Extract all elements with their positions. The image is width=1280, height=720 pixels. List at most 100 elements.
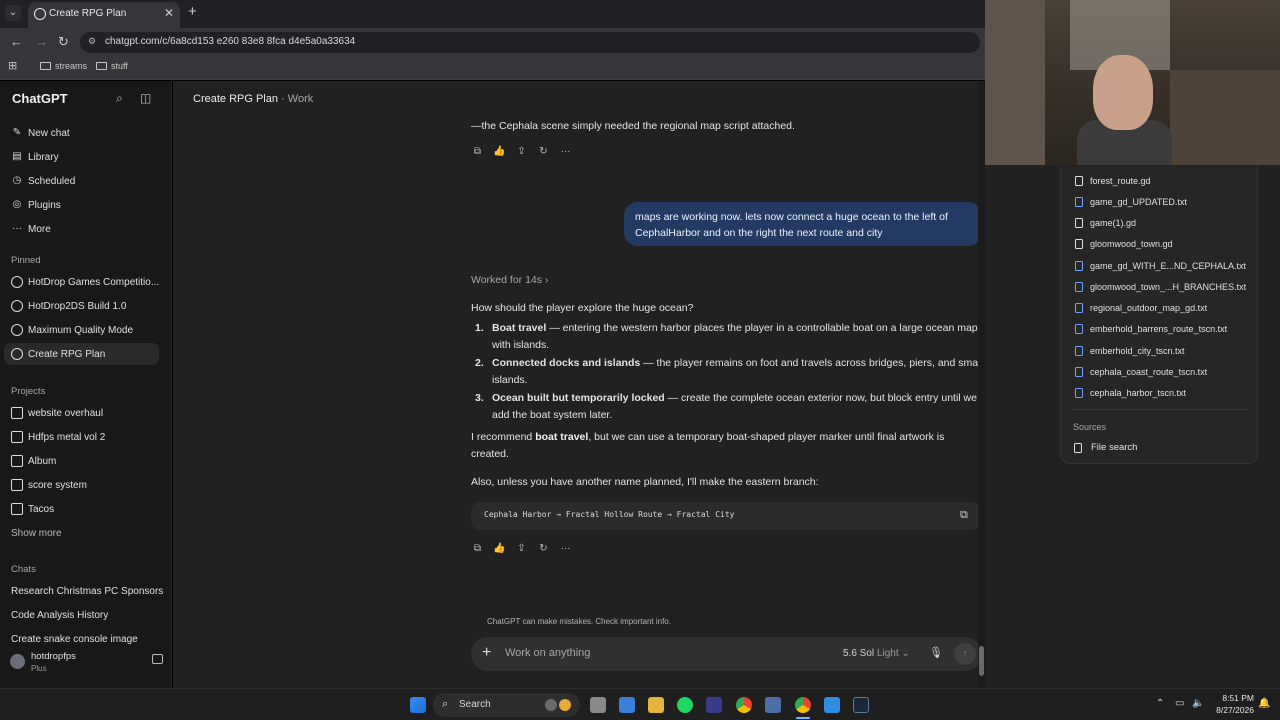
tab-search-icon[interactable]: ⌄	[5, 5, 21, 21]
chrome-active-icon[interactable]	[795, 697, 811, 713]
windows-start-icon[interactable]	[410, 697, 426, 713]
search-icon[interactable]: ⌕	[116, 91, 130, 105]
user-message: maps are working now. lets now connect a…	[624, 202, 982, 246]
file-item[interactable]: regional_outdoor_map_gd.txt	[1075, 301, 1207, 315]
notification-icon[interactable]: 🔔	[1258, 698, 1270, 709]
project-item[interactable]: Hdfps metal vol 2	[11, 428, 105, 446]
file-item[interactable]: emberhold_barrens_route_tscn.txt	[1075, 322, 1227, 336]
inbox-icon[interactable]	[152, 654, 163, 664]
reload-icon[interactable]: ↻	[58, 34, 69, 50]
tray-chevron-icon[interactable]: ⌃	[1156, 698, 1164, 709]
project-label: website overhaul	[28, 407, 104, 419]
forward-icon[interactable]: →	[35, 34, 48, 49]
file-search-item[interactable]: File search	[1074, 442, 1137, 453]
model-selector[interactable]: 5.6 Sol Light ⌄	[843, 648, 910, 659]
sidebar-item-new-chat[interactable]: ✎ New chat	[11, 124, 70, 142]
scrollbar-thumb[interactable]	[979, 646, 984, 676]
sidebar-item-label: Library	[28, 151, 59, 163]
folder-icon	[11, 503, 23, 515]
regenerate-icon[interactable]: ↻	[537, 542, 550, 555]
file-item[interactable]: gloomwood_town.gd	[1075, 237, 1173, 251]
chat-bubble-icon	[11, 324, 23, 336]
system-clock[interactable]: 8:51 PM 8/27/2026	[1210, 692, 1254, 716]
page-title[interactable]: Create RPG Plan · Work	[193, 93, 313, 105]
notepad-icon[interactable]	[619, 697, 635, 713]
file-item[interactable]: cephala_coast_route_tscn.txt	[1075, 365, 1207, 379]
composer-input[interactable]: Work on anything	[505, 647, 590, 659]
new-tab-icon[interactable]: +	[188, 3, 197, 20]
sidebar-item-scheduled[interactable]: ◷ Scheduled	[11, 172, 76, 190]
file-item[interactable]: game(1).gd	[1075, 216, 1136, 230]
pinned-item[interactable]: Maximum Quality Mode	[11, 321, 133, 339]
project-item[interactable]: website overhaul	[11, 404, 103, 422]
file-item[interactable]: cephala_harbor_tscn.txt	[1075, 386, 1186, 400]
sidebar-item-plugins[interactable]: ◎ Plugins	[11, 196, 61, 214]
project-item[interactable]: Album	[11, 452, 56, 470]
network-icon[interactable]: ▭	[1175, 698, 1184, 709]
brand-title[interactable]: ChatGPT	[12, 91, 68, 106]
chat-item[interactable]: Code Analysis History	[11, 606, 108, 624]
steam-icon[interactable]	[853, 697, 869, 713]
bookmark-streams[interactable]: streams	[40, 61, 87, 71]
spotify-icon[interactable]	[677, 697, 693, 713]
chat-item[interactable]: Research Christmas PC Sponsors	[11, 582, 163, 600]
scrollbar[interactable]	[978, 81, 985, 688]
active-app-indicator	[796, 717, 810, 719]
show-more-link[interactable]: Show more	[11, 524, 62, 542]
back-icon[interactable]: ←	[10, 34, 23, 49]
file-item[interactable]: game_gd_WITH_E...ND_CEPHALA.txt	[1075, 259, 1246, 273]
sidebar-item-library[interactable]: ▤ Library	[11, 148, 59, 166]
code-block: Cephala Harbor → Fractal Hollow Route → …	[471, 502, 982, 530]
text-file-icon	[1075, 303, 1083, 313]
file-item[interactable]: game_gd_UPDATED.txt	[1075, 195, 1187, 209]
feedback-thumbs-icon[interactable]: 👍	[493, 145, 506, 158]
worked-for-toggle[interactable]: Worked for 14s ›	[471, 274, 548, 286]
sidebar-toggle-icon[interactable]: ◫	[140, 91, 154, 105]
vscode-icon[interactable]	[824, 697, 840, 713]
model-name: 5.6 Sol	[843, 648, 875, 659]
close-tab-icon[interactable]: ✕	[164, 6, 174, 20]
apps-grid-icon[interactable]: ⊞	[8, 59, 17, 72]
copy-icon[interactable]: ⧉	[471, 542, 484, 555]
assistant-question: How should the player explore the huge o…	[471, 302, 694, 314]
taskbar-search-label: Search	[459, 699, 491, 710]
file-item[interactable]: emberhold_city_tscn.txt	[1075, 344, 1185, 358]
task-view-icon[interactable]	[590, 697, 606, 713]
sidebar-item-more[interactable]: ··· More	[11, 220, 51, 238]
copy-icon[interactable]: ⧉	[471, 145, 484, 158]
browser-tab[interactable]: Create RPG Plan ✕	[28, 2, 180, 28]
pinned-item[interactable]: HotDrop Games Competitio...	[11, 273, 159, 291]
chrome-icon[interactable]	[736, 697, 752, 713]
webcam-shelf	[985, 0, 1045, 165]
send-button[interactable]: ↑	[954, 643, 976, 665]
url-bar[interactable]: ⚙ chatgpt.com/c/6a8cd153 e260 83e8 8fca …	[80, 32, 980, 53]
share-icon[interactable]: ⇪	[515, 542, 528, 555]
project-item[interactable]: score system	[11, 476, 87, 494]
file-item[interactable]: forest_route.gd	[1075, 174, 1151, 188]
more-icon[interactable]: ···	[559, 145, 572, 158]
microphone-icon[interactable]: 🎙	[929, 646, 943, 660]
more-icon[interactable]: ···	[559, 542, 572, 555]
chat-bubble-icon	[11, 276, 23, 288]
add-attachment-icon[interactable]: +	[482, 644, 491, 662]
pinned-item-active[interactable]: Create RPG Plan	[11, 345, 105, 363]
pinned-item[interactable]: HotDrop2DS Build 1.0	[11, 297, 126, 315]
folder-icon	[96, 62, 107, 70]
regenerate-icon[interactable]: ↻	[537, 145, 550, 158]
hwinfo-icon[interactable]	[706, 697, 722, 713]
file-name: game_gd_UPDATED.txt	[1090, 197, 1187, 207]
user-profile-button[interactable]: hotdropfps Plus	[8, 648, 163, 678]
settings-app-icon[interactable]	[765, 697, 781, 713]
bookmark-stuff[interactable]: stuff	[96, 61, 128, 71]
site-info-icon[interactable]: ⚙	[88, 36, 100, 48]
file-item[interactable]: gloomwood_town_...H_BRANCHES.txt	[1075, 280, 1246, 294]
project-item[interactable]: Tacos	[11, 500, 54, 518]
file-explorer-icon[interactable]	[648, 697, 664, 713]
volume-icon[interactable]: 🔈	[1192, 698, 1204, 709]
copy-code-icon[interactable]: ⧉	[960, 509, 972, 521]
chat-item[interactable]: Create snake console image	[11, 630, 138, 648]
taskbar-search[interactable]: ⌕ Search	[433, 693, 580, 717]
share-icon[interactable]: ⇪	[515, 145, 528, 158]
feedback-thumbs-icon[interactable]: 👍	[493, 542, 506, 555]
option-title: Boat travel	[492, 322, 547, 334]
